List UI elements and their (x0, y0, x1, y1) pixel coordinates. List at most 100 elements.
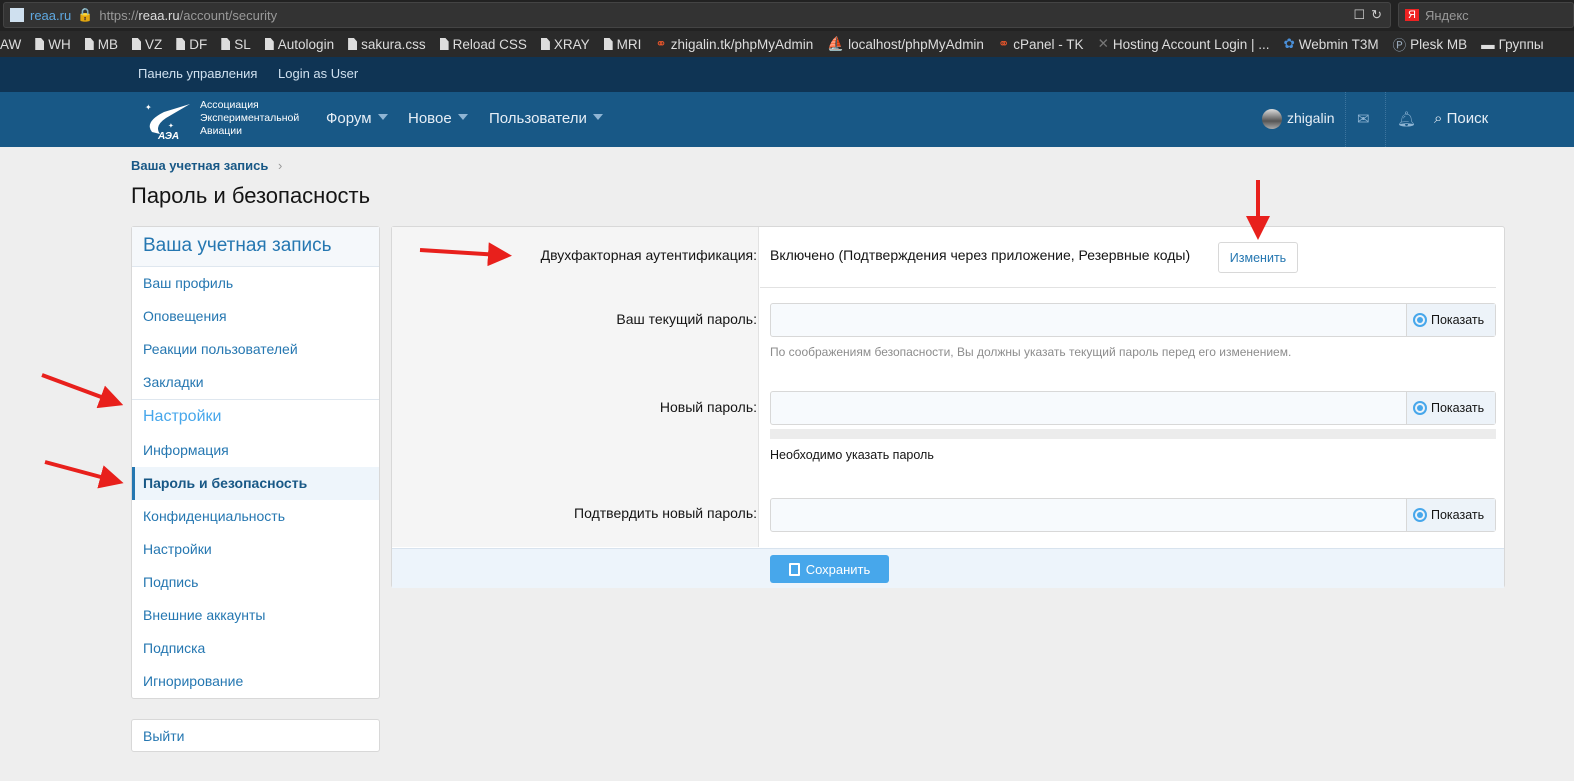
sidebar-item-signature[interactable]: Подпись (132, 566, 379, 599)
bookmark-star-icon[interactable]: ☐ (1353, 7, 1365, 23)
search-placeholder: Яндекс (1424, 7, 1469, 23)
page-icon (540, 38, 550, 50)
nav-forum[interactable]: Форум (326, 110, 388, 127)
page-icon (176, 38, 186, 50)
svg-text:АЭА: АЭА (157, 131, 179, 140)
login-as-user-link[interactable]: Login as User (278, 66, 358, 81)
breadcrumb[interactable]: Ваша учетная запись › (131, 158, 282, 173)
password-strength-text: Необходимо указать пароль (770, 448, 934, 462)
confirm-password-label: Подтвердить новый пароль: (574, 505, 757, 521)
webmin-icon: ✿ (1283, 36, 1295, 51)
cpanel-icon: ⚭ (655, 36, 667, 51)
lock-icon: 🔒 (77, 7, 94, 22)
page-icon (132, 38, 141, 50)
page-icon (603, 38, 613, 50)
bookmark[interactable]: ✿ Webmin T3M (1283, 36, 1378, 52)
bookmark[interactable]: ⚭ zhigalin.tk/phpMyAdmin (655, 36, 813, 52)
user-menu[interactable]: zhigalin (1287, 110, 1334, 126)
bookmarks-bar: AW WH MB VZ DF SL Autologin sakura.css R… (0, 31, 1574, 57)
site-name: reaa.ru (30, 7, 72, 23)
page-icon (221, 38, 231, 50)
bookmark[interactable]: VZ (132, 37, 162, 52)
inbox-icon[interactable]: ✉ (1357, 110, 1370, 128)
bookmark[interactable]: DF (176, 37, 207, 52)
chevron-down-icon (377, 114, 388, 125)
folder-icon: ▬ (1481, 36, 1495, 52)
chevron-down-icon (592, 114, 603, 125)
bookmark[interactable]: ⚭ cPanel - TK (998, 36, 1084, 52)
floppy-disk-icon (788, 562, 800, 576)
bookmark[interactable]: sakura.css (348, 37, 426, 52)
page-icon (439, 38, 449, 50)
bookmark-folder[interactable]: ▬ Группы (1481, 37, 1543, 52)
sidebar-item-ignoring[interactable]: Игнорирование (132, 665, 379, 698)
address-bar[interactable]: reaa.ru 🔒 https://reaa.ru/account/securi… (3, 2, 1391, 28)
bookmark[interactable]: ✕ Hosting Account Login | ... (1098, 36, 1270, 52)
bookmark[interactable]: WH (35, 37, 71, 52)
cpanel-icon: ⚭ (997, 36, 1010, 51)
avatar[interactable] (1262, 109, 1282, 129)
arrow-annotation (44, 460, 124, 489)
bookmark[interactable]: Ⓟ Plesk MB (1393, 34, 1468, 54)
label-column (392, 227, 759, 547)
twofa-status: Включено (Подтверждения через приложение… (770, 247, 1191, 263)
bookmark[interactable]: XRAY (540, 37, 590, 52)
search-button[interactable]: ⌕ Поиск (1434, 110, 1488, 127)
nav-members[interactable]: Пользователи (489, 110, 603, 127)
sidebar-item-preferences[interactable]: Настройки (132, 533, 379, 566)
sidebar-header[interactable]: Ваша учетная запись (132, 227, 379, 267)
form-footer: Сохранить (392, 548, 1504, 588)
sidebar-item-following[interactable]: Подписка (132, 632, 379, 665)
sidebar-item-details[interactable]: Информация (132, 434, 379, 467)
page-title: Пароль и безопасность (131, 183, 371, 208)
nav-new[interactable]: Новое (408, 110, 468, 127)
site-header: ✦ ✦ АЭА Ассоциация Экспериментальной Авиации… (0, 92, 1574, 147)
svg-text:✦: ✦ (145, 103, 152, 112)
sidebar-item-alerts[interactable]: Оповещения (132, 300, 379, 333)
page-icon (348, 38, 358, 50)
show-password-button[interactable]: Показать (1406, 304, 1495, 336)
url-text: https://reaa.ru/account/security (99, 7, 278, 23)
bookmark[interactable]: Autologin (264, 37, 334, 52)
divider (760, 287, 1496, 288)
sidebar-item-security[interactable]: Пароль и безопасность (132, 467, 379, 500)
bookmark[interactable]: AW (0, 37, 21, 52)
search-box[interactable]: Я Яндекс (1398, 2, 1574, 28)
logo-text: Ассоциация Экспериментальной Авиации (200, 99, 300, 137)
bell-icon[interactable]: 🔔︎ (1397, 110, 1416, 128)
current-password-input[interactable]: Показать (770, 303, 1496, 337)
logout-link[interactable]: Выйти (131, 719, 380, 752)
bookmark[interactable]: Reload CSS (439, 37, 527, 52)
security-form: Двухфакторная аутентификация: Включено (… (391, 226, 1505, 588)
staff-bar: Панель управления Login as User (0, 57, 1574, 92)
admin-panel-link[interactable]: Панель управления (138, 66, 257, 81)
chevron-right-icon: › (278, 158, 283, 173)
sidebar-item-privacy[interactable]: Конфиденциальность (132, 500, 379, 533)
show-password-button[interactable]: Показать (1406, 499, 1495, 531)
sidebar-item-reactions[interactable]: Реакции пользователей (132, 333, 379, 366)
sidebar-item-bookmarks[interactable]: Закладки (132, 366, 379, 399)
confirm-password-input[interactable]: Показать (770, 498, 1496, 532)
bookmark[interactable]: MB (84, 37, 118, 52)
show-password-button[interactable]: Показать (1406, 392, 1495, 424)
new-password-label: Новый пароль: (659, 399, 757, 415)
reload-icon[interactable]: ↻ (1371, 7, 1382, 23)
save-button[interactable]: Сохранить (770, 555, 889, 583)
twofa-label: Двухфакторная аутентификация: (540, 247, 757, 263)
page-icon (264, 38, 274, 50)
plesk-icon: Ⓟ (1392, 38, 1407, 53)
bookmark[interactable]: SL (221, 37, 251, 52)
change-2fa-button[interactable]: Изменить (1218, 242, 1298, 273)
chevron-down-icon (457, 114, 468, 125)
search-icon: ⌕ (1434, 110, 1443, 127)
sidebar-item-connected-accounts[interactable]: Внешние аккаунты (132, 599, 379, 632)
bookmark[interactable]: ⛵ localhost/phpMyAdmin (827, 36, 984, 52)
sidebar-item-profile[interactable]: Ваш профиль (132, 267, 379, 300)
plane-logo-icon: ✦✦АЭА (145, 103, 190, 142)
browser-toolbar: reaa.ru 🔒 https://reaa.ru/account/securi… (0, 0, 1574, 31)
eye-icon (1413, 401, 1427, 415)
new-password-input[interactable]: Показать (770, 391, 1496, 425)
sidebar-section-settings: Настройки (132, 399, 379, 434)
site-logo[interactable]: ✦ ✦ АЭА (140, 100, 196, 142)
bookmark[interactable]: MRI (603, 37, 641, 52)
